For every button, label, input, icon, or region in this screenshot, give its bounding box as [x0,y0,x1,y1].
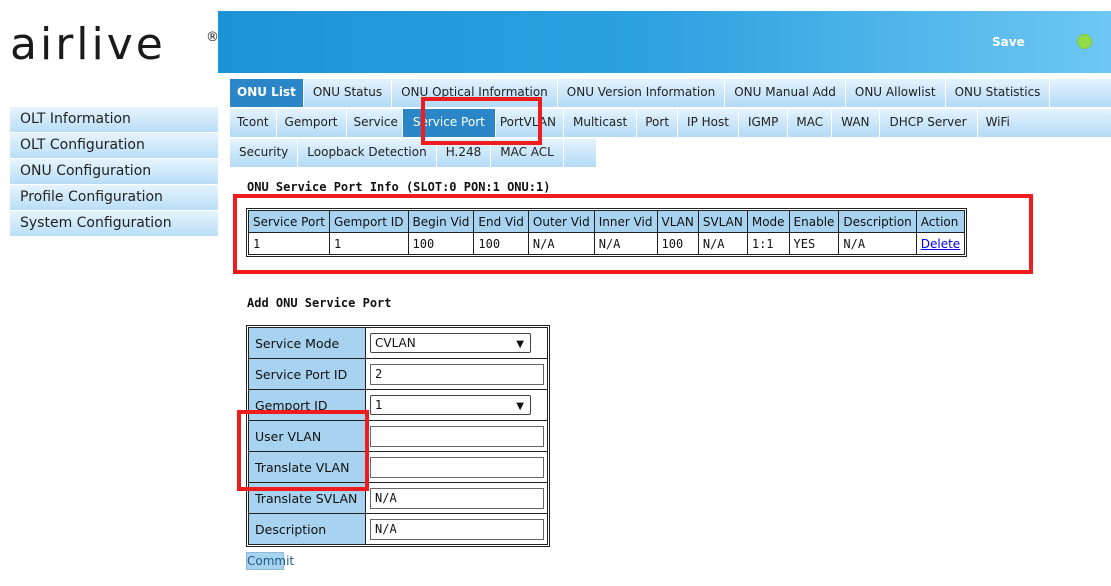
sidebar-item-profile-configuration[interactable]: Profile Configuration [10,185,218,211]
user-vlan-cell [365,420,548,452]
tab-gemport[interactable]: Gemport [277,109,347,137]
tab-wifi[interactable]: WiFi [978,109,1018,137]
user-vlan-input[interactable] [370,425,544,447]
gemport-id-value: 1 [375,398,383,412]
logo-text: airlive [10,19,166,70]
sidebar-item-olt-configuration[interactable]: OLT Configuration [10,133,218,159]
tab-dhcp-server[interactable]: DHCP Server [880,109,978,137]
translate-vlan-input[interactable] [370,456,544,478]
form-row-service-port-id: Service Port ID 2 [248,358,548,390]
description-cell: N/A [365,513,548,545]
add-form-title: Add ONU Service Port [247,296,392,310]
service-port-id-cell: 2 [365,358,548,390]
tab-onu-statistics[interactable]: ONU Statistics [946,79,1051,107]
tab-onu-list[interactable]: ONU List [230,79,304,107]
service-port-id-label: Service Port ID [248,358,366,390]
tab-onu-status[interactable]: ONU Status [304,79,393,107]
chevron-down-icon: ▼ [516,339,524,350]
highlight-vlan-fields [237,410,369,491]
tab-area: ONU List ONU Status ONU Optical Informat… [230,79,1111,169]
highlight-service-port-tab [421,97,542,145]
page: airlive ® Save OLT Information OLT Confi… [0,0,1111,586]
commit-button[interactable]: Commit [246,552,294,570]
tab-mac[interactable]: MAC [788,109,833,137]
translate-vlan-cell [365,451,548,483]
highlight-info-table [233,194,1033,274]
translate-svlan-cell: N/A [365,482,548,514]
sidebar-item-olt-information[interactable]: OLT Information [10,107,218,133]
tab-onu-allowlist[interactable]: ONU Allowlist [846,79,946,107]
tab-security[interactable]: Security [230,139,299,167]
service-mode-select[interactable]: CVLAN ▼ [370,333,531,353]
tab-ip-host[interactable]: IP Host [678,109,739,137]
tab-wan[interactable]: WAN [832,109,880,137]
tab-onu-manual-add[interactable]: ONU Manual Add [725,79,846,107]
form-row-service-mode: Service Mode CVLAN ▼ [248,327,548,359]
info-title: ONU Service Port Info (SLOT:0 PON:1 ONU:… [247,180,551,194]
chevron-down-icon: ▼ [516,401,524,412]
tab-loopback-detection[interactable]: Loopback Detection [298,139,437,167]
sidebar-item-onu-configuration[interactable]: ONU Configuration [10,159,218,185]
airlive-logo: airlive ® [10,19,219,70]
tab-row-config: Tcont Gemport Service Service Port PortV… [230,109,1111,137]
tab-row-onu: ONU List ONU Status ONU Optical Informat… [230,79,1111,107]
gemport-id-cell: 1 ▼ [365,389,548,421]
status-indicator-icon [1077,34,1092,49]
sidebar: OLT Information OLT Configuration ONU Co… [10,107,218,237]
tab-port[interactable]: Port [637,109,679,137]
tab-tcont[interactable]: Tcont [230,109,277,137]
tab-service[interactable]: Service [347,109,403,137]
tab-igmp[interactable]: IGMP [739,109,789,137]
translate-svlan-input[interactable]: N/A [370,487,544,509]
header-bar [218,11,1111,73]
sidebar-item-system-configuration[interactable]: System Configuration [10,211,218,237]
tab-onu-version-information[interactable]: ONU Version Information [558,79,726,107]
tab-multicast[interactable]: Multicast [564,109,638,137]
service-mode-value: CVLAN [375,336,416,350]
save-button[interactable]: Save [992,35,1025,49]
service-mode-cell: CVLAN ▼ [365,327,548,359]
form-row-description: Description N/A [248,513,548,545]
description-input[interactable]: N/A [370,518,544,540]
service-mode-label: Service Mode [248,327,366,359]
gemport-id-select[interactable]: 1 ▼ [370,395,531,415]
service-port-id-input[interactable]: 2 [370,363,544,385]
description-label: Description [248,513,366,545]
